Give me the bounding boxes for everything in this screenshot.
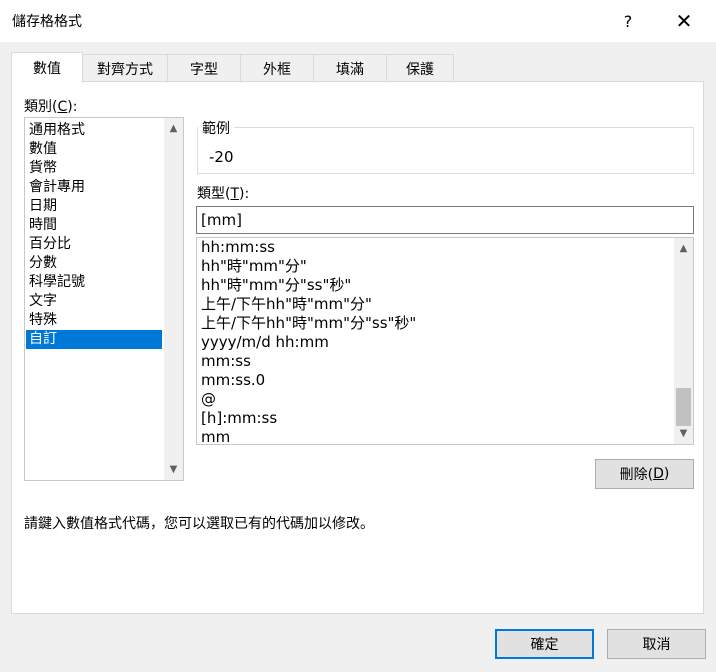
tab-border[interactable]: 外框 (240, 54, 314, 82)
category-item[interactable]: 會計專用 (26, 178, 162, 197)
format-scrollbar[interactable]: ▲ ▼ (674, 238, 693, 444)
category-item[interactable]: 特殊 (26, 311, 162, 330)
category-item[interactable]: 百分比 (26, 235, 162, 254)
type-label: 類型(T): (197, 186, 250, 202)
format-item[interactable]: mm:ss.0 (201, 371, 265, 390)
format-item[interactable]: 上午/下午hh"時"mm"分" (201, 295, 372, 314)
format-item[interactable]: mm (201, 428, 230, 444)
close-icon: ✕ (675, 9, 693, 33)
delete-button[interactable]: 刪除(D) (595, 459, 694, 489)
format-list[interactable]: hh:mm:ss hh"時"mm"分" hh"時"mm"分"ss"秒" 上午/下… (196, 237, 694, 445)
ok-button[interactable]: 確定 (495, 629, 594, 659)
scroll-down-icon[interactable]: ▼ (164, 461, 183, 478)
category-item-selected[interactable]: 自訂 (26, 330, 162, 349)
number-tab-panel: 類別(C): 通用格式 數值 貨幣 會計專用 日期 時間 百分比 分數 科學記號… (11, 81, 704, 614)
category-item[interactable]: 通用格式 (26, 121, 162, 140)
category-item[interactable]: 時間 (26, 216, 162, 235)
category-item[interactable]: 文字 (26, 292, 162, 311)
tab-protection[interactable]: 保護 (386, 54, 454, 82)
format-item[interactable]: [h]:mm:ss (201, 409, 277, 428)
category-item[interactable]: 數值 (26, 140, 162, 159)
close-button[interactable]: ✕ (664, 6, 704, 36)
scroll-up-icon[interactable]: ▲ (164, 120, 183, 137)
hint-text: 請鍵入數值格式代碼，您可以選取已有的代碼加以修改。 (24, 516, 374, 532)
help-button[interactable]: ? (608, 6, 648, 36)
tab-fill[interactable]: 填滿 (313, 54, 387, 82)
format-item[interactable]: 上午/下午hh"時"mm"分"ss"秒" (201, 314, 416, 333)
format-item[interactable]: hh"時"mm"分"ss"秒" (201, 276, 351, 295)
scroll-down-icon[interactable]: ▼ (674, 425, 693, 442)
format-item[interactable]: yyyy/m/d hh:mm (201, 333, 329, 352)
type-input[interactable] (196, 206, 694, 234)
scroll-thumb[interactable] (676, 388, 691, 426)
format-item[interactable]: mm:ss (201, 352, 251, 371)
category-item[interactable]: 科學記號 (26, 273, 162, 292)
format-item[interactable]: hh"時"mm"分" (201, 257, 307, 276)
category-item[interactable]: 日期 (26, 197, 162, 216)
category-label: 類別(C): (24, 99, 78, 115)
format-item[interactable]: hh:mm:ss (201, 238, 275, 257)
format-item[interactable]: @ (201, 390, 216, 409)
scroll-up-icon[interactable]: ▲ (674, 240, 693, 257)
category-scrollbar[interactable]: ▲ ▼ (164, 118, 183, 480)
category-item[interactable]: 分數 (26, 254, 162, 273)
sample-group (197, 127, 694, 174)
sample-legend: 範例 (198, 118, 234, 138)
title-bar: 儲存格格式 ? ✕ (0, 0, 716, 42)
tab-alignment[interactable]: 對齊方式 (82, 54, 168, 82)
cancel-button[interactable]: 取消 (607, 629, 706, 659)
sample-value: -20 (209, 148, 234, 166)
window-title: 儲存格格式 (12, 14, 82, 30)
category-list[interactable]: 通用格式 數值 貨幣 會計專用 日期 時間 百分比 分數 科學記號 文字 特殊 … (24, 117, 184, 481)
tab-font[interactable]: 字型 (167, 54, 241, 82)
category-item[interactable]: 貨幣 (26, 159, 162, 178)
tab-number[interactable]: 數值 (11, 52, 83, 83)
